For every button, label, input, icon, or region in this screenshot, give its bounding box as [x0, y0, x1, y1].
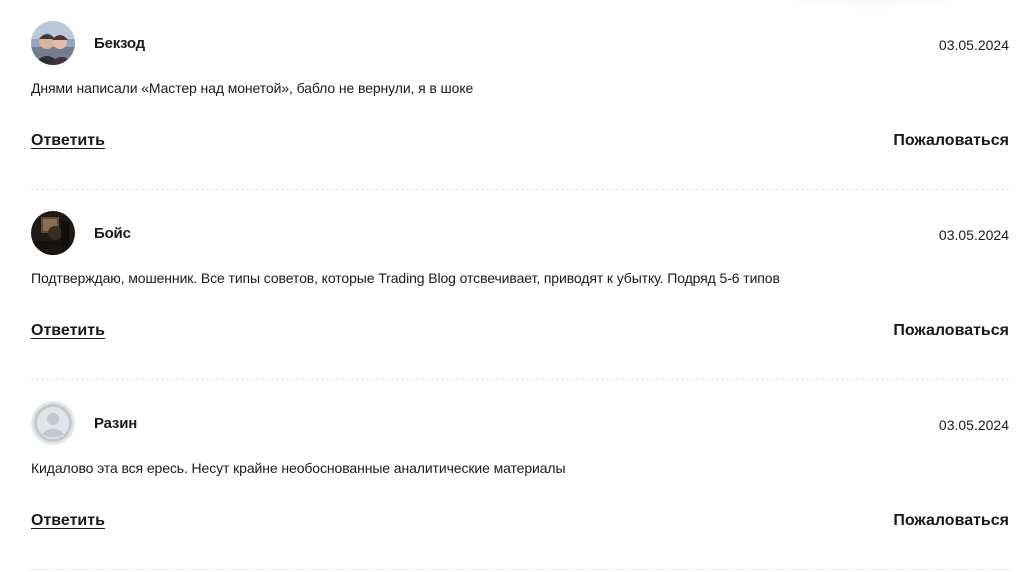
- comment-text: Кидалово эта вся ересь. Несут крайне нео…: [31, 460, 566, 476]
- complain-button[interactable]: Пожаловаться: [893, 322, 1009, 340]
- comment-header: Разин 03.05.2024: [31, 401, 1009, 447]
- comment-author: Разин: [94, 415, 138, 432]
- comment-item: Бекзод 03.05.2024 Днями написали «Мастер…: [31, 0, 1009, 190]
- comment-header: Бойс 03.05.2024: [31, 211, 1009, 257]
- user-avatar: [31, 401, 75, 445]
- complain-button[interactable]: Пожаловаться: [893, 132, 1009, 150]
- avatar-photo-icon: [31, 21, 75, 65]
- comment-text: Подтверждаю, мошенник. Все типы советов,…: [31, 270, 780, 286]
- comment-date: 03.05.2024: [938, 417, 1009, 433]
- comment-header: Бекзод 03.05.2024: [31, 21, 1009, 67]
- comment-author: Бойс: [94, 225, 131, 242]
- comment-item: Разин 03.05.2024 Кидалово эта вся ересь.…: [31, 380, 1009, 570]
- comments-list: Бекзод 03.05.2024 Днями написали «Мастер…: [31, 0, 1009, 570]
- reply-link[interactable]: Ответить: [31, 132, 105, 150]
- default-user-icon: [31, 401, 75, 445]
- comment-date: 03.05.2024: [938, 227, 1009, 243]
- avatar-photo-icon: [31, 211, 75, 255]
- comment-author: Бекзод: [94, 35, 145, 52]
- comment-date: 03.05.2024: [938, 37, 1009, 53]
- reply-link[interactable]: Ответить: [31, 322, 105, 340]
- comment-item: Бойс 03.05.2024 Подтверждаю, мошенник. В…: [31, 190, 1009, 380]
- complain-button[interactable]: Пожаловаться: [893, 512, 1009, 530]
- user-avatar: [31, 211, 75, 255]
- reply-link[interactable]: Ответить: [31, 512, 105, 530]
- user-avatar: [31, 21, 75, 65]
- comment-text: Днями написали «Мастер над монетой», баб…: [31, 80, 474, 96]
